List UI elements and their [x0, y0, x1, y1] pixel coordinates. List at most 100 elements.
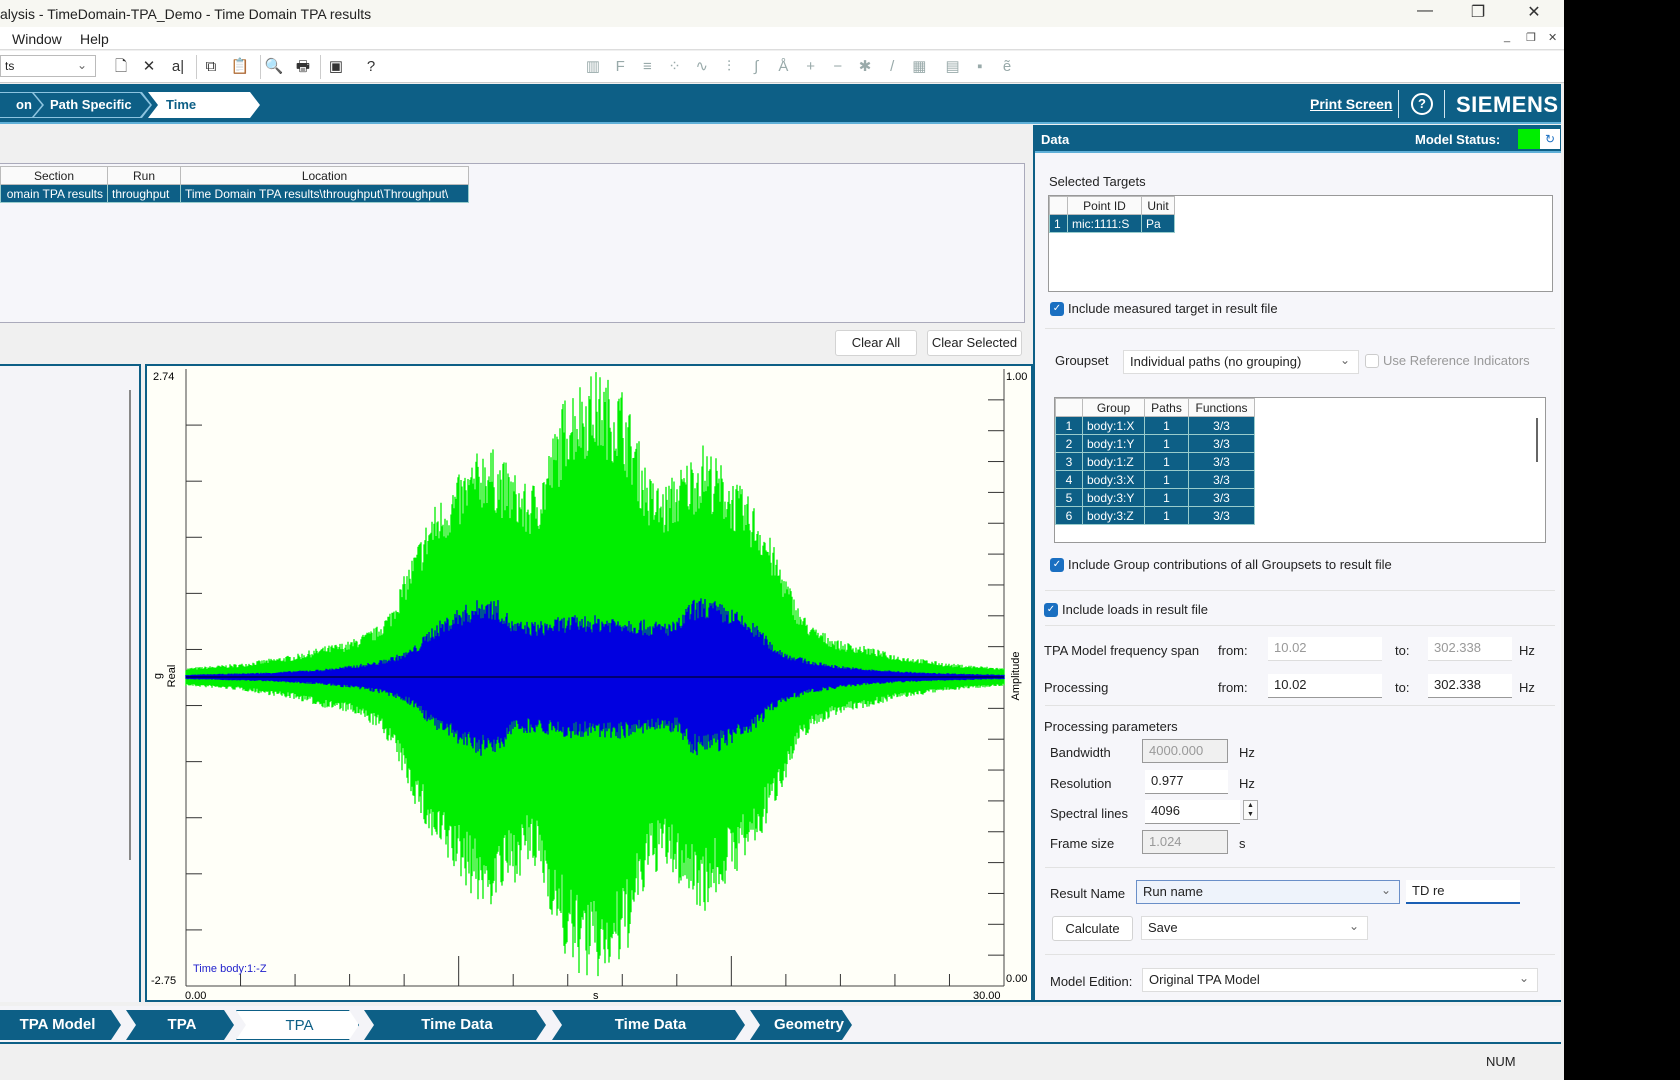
- tab-tpa-model[interactable]: TPA Model: [0, 1010, 121, 1040]
- new-document-icon[interactable]: 🗋: [110, 57, 132, 77]
- list-icon[interactable]: ▤: [942, 57, 964, 77]
- freq-span-unit: Hz: [1519, 643, 1535, 658]
- include-group-checkbox[interactable]: ✓: [1050, 558, 1064, 572]
- model-status-label: Model Status:: [1415, 132, 1501, 147]
- window-title: alysis - TimeDomain-TPA_Demo - Time Doma…: [0, 6, 372, 22]
- col-functions[interactable]: Functions: [1188, 398, 1255, 417]
- x-axis-label: s: [593, 990, 599, 1000]
- cell-paths: 1: [1144, 506, 1189, 525]
- table-row[interactable]: 4 body:3:X 1 3/3: [1055, 470, 1255, 489]
- col-paths[interactable]: Paths: [1144, 398, 1189, 417]
- export-icon[interactable]: ▣: [325, 57, 347, 77]
- table-row[interactable]: omain TPA results throughput Time Domain T…: [0, 184, 469, 203]
- menu-window[interactable]: Window: [12, 31, 62, 47]
- freq-span-label: TPA Model frequency span: [1044, 643, 1200, 658]
- chevron-down-icon: ⌄: [1348, 919, 1359, 933]
- resolution-input[interactable]: 0.977: [1145, 770, 1228, 794]
- mdi-restore-button[interactable]: ❐: [1526, 31, 1536, 44]
- tab-time-data-processing[interactable]: Time Data Processing: [552, 1010, 745, 1040]
- col-section[interactable]: Section: [0, 166, 108, 185]
- divider: [1045, 867, 1555, 868]
- table-row[interactable]: 5 body:3:Y 1 3/3: [1055, 488, 1255, 507]
- save-mode-dropdown[interactable]: Save ⌄: [1141, 916, 1368, 940]
- processing-from-label: from:: [1218, 680, 1248, 695]
- clear-selected-button[interactable]: Clear Selected: [927, 330, 1022, 356]
- use-reference-checkbox[interactable]: [1365, 354, 1379, 368]
- bandwidth-label: Bandwidth: [1050, 745, 1111, 760]
- tab-tpa-loads[interactable]: TPA Loads: [126, 1010, 234, 1040]
- table-row[interactable]: 2 body:1:Y 1 3/3: [1055, 434, 1255, 453]
- col-run[interactable]: Run: [107, 166, 181, 185]
- frame-size-label: Frame size: [1050, 836, 1115, 851]
- divider: [1045, 705, 1555, 706]
- spectral-lines-spinner[interactable]: ▲ ▼: [1243, 800, 1258, 820]
- selected-targets-label: Selected Targets: [1049, 174, 1146, 189]
- model-edition-dropdown[interactable]: Original TPA Model ⌄: [1142, 968, 1538, 992]
- table-row[interactable]: 1 body:1:X 1 3/3: [1055, 416, 1255, 435]
- rename-icon[interactable]: a|: [167, 57, 189, 77]
- table-row[interactable]: 1 mic:1111:S Pa: [1049, 214, 1175, 233]
- data-panel-title: Data: [1041, 132, 1070, 147]
- derivative-icon[interactable]: ⫶: [718, 57, 740, 77]
- filter-icon[interactable]: ≡: [636, 57, 658, 77]
- tab-tpa-results[interactable]: TPA Results: [236, 1010, 359, 1040]
- scatter-icon[interactable]: ⁘: [664, 57, 686, 77]
- resolution-label: Resolution: [1050, 776, 1112, 791]
- scrollbar[interactable]: [129, 390, 131, 860]
- divide-icon[interactable]: /: [881, 57, 903, 77]
- menu-help[interactable]: Help: [80, 31, 109, 47]
- a-weighting-icon[interactable]: Å: [772, 57, 794, 77]
- print-preview-icon[interactable]: 🔍: [263, 57, 285, 77]
- section-dropdown[interactable]: ts ⌄: [0, 55, 96, 77]
- col-group[interactable]: Group: [1082, 398, 1145, 417]
- table-row[interactable]: 6 body:3:Z 1 3/3: [1055, 506, 1255, 525]
- copy-icon[interactable]: ⧉: [200, 57, 222, 77]
- time-domain-chart[interactable]: 2.74 -2.75 1.00 0.00 0.00 30.00 s g Real…: [147, 366, 1031, 1000]
- clear-all-button[interactable]: Clear All: [835, 330, 917, 356]
- minimize-button[interactable]: —: [1410, 2, 1440, 20]
- calculate-button[interactable]: Calculate: [1052, 916, 1133, 941]
- breadcrumb-path-specific[interactable]: Path Specific: [32, 92, 152, 118]
- include-measured-checkbox[interactable]: ✓: [1050, 302, 1064, 316]
- tab-time-data-selection[interactable]: Time Data Selection: [364, 1010, 546, 1040]
- processing-from-input[interactable]: 10.02: [1268, 674, 1382, 698]
- scrollbar[interactable]: [1536, 418, 1538, 462]
- include-loads-checkbox[interactable]: ✓: [1044, 603, 1058, 617]
- mdi-close-button[interactable]: ✕: [1548, 31, 1557, 44]
- mdi-minimize-button[interactable]: _: [1504, 31, 1510, 43]
- print-screen-link[interactable]: Print Screen: [1310, 96, 1392, 112]
- subtract-icon[interactable]: −: [827, 57, 849, 77]
- waveform-icon[interactable]: ∿: [691, 57, 713, 77]
- table-row[interactable]: 3 body:1:Z 1 3/3: [1055, 452, 1255, 471]
- exponential-icon[interactable]: ẽ: [996, 57, 1018, 77]
- add-icon[interactable]: +: [800, 57, 822, 77]
- print-icon[interactable]: 🖶: [292, 57, 314, 77]
- help-icon[interactable]: ?: [1411, 93, 1433, 115]
- spectral-lines-input[interactable]: 4096: [1145, 800, 1240, 824]
- paste-icon[interactable]: 📋: [229, 57, 251, 77]
- col-point-id[interactable]: Point ID: [1067, 196, 1142, 215]
- result-name-input[interactable]: TD re: [1406, 880, 1520, 904]
- spectrum-icon[interactable]: ▦: [908, 57, 930, 77]
- result-name-mode-dropdown[interactable]: Run name ⌄: [1136, 880, 1400, 904]
- refresh-icon[interactable]: ↻: [1540, 129, 1560, 149]
- delete-icon[interactable]: ✕: [138, 57, 160, 77]
- fft-icon[interactable]: ▥: [582, 57, 604, 77]
- cell-functions: 3/3: [1188, 488, 1255, 507]
- cell-functions: 3/3: [1188, 506, 1255, 525]
- save-icon[interactable]: ▪: [969, 57, 991, 77]
- divider: [1045, 590, 1555, 591]
- processing-to-input[interactable]: 302.338: [1428, 674, 1512, 698]
- tab-geometry[interactable]: Geometry: [750, 1010, 852, 1040]
- multiply-icon[interactable]: ✱: [854, 57, 876, 77]
- breadcrumb-time-domain[interactable]: Time Domain: [148, 92, 260, 118]
- groupset-dropdown[interactable]: Individual paths (no grouping) ⌄: [1123, 350, 1359, 374]
- restore-button[interactable]: ❐: [1463, 2, 1493, 22]
- help-icon[interactable]: ?: [360, 57, 382, 77]
- col-location[interactable]: Location: [180, 166, 469, 185]
- frf-icon[interactable]: F: [609, 57, 631, 77]
- integral-icon[interactable]: ∫: [745, 57, 767, 77]
- close-button[interactable]: ✕: [1519, 2, 1549, 22]
- col-unit[interactable]: Unit: [1141, 196, 1175, 215]
- breadcrumb-label: Path Specific: [50, 97, 132, 112]
